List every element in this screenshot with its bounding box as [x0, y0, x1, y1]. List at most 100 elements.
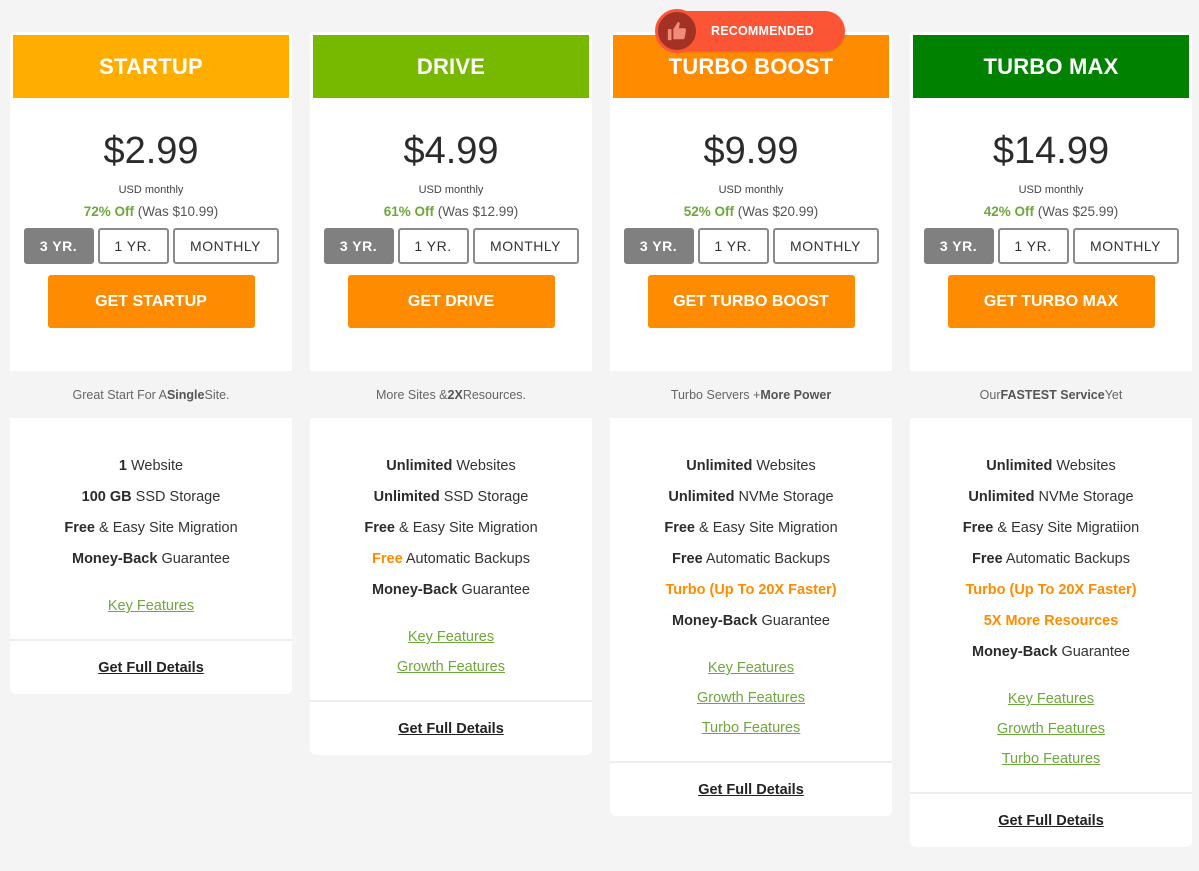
discount-percent: 52% Off: [683, 204, 734, 219]
tagline-bold: FASTEST Service: [1000, 387, 1105, 402]
feature-highlight: Free: [364, 520, 395, 536]
term-1yr-button[interactable]: 1 YR.: [97, 228, 169, 264]
tagline-pre: Great Start For A: [72, 387, 167, 402]
feature-highlight: Turbo (Up To 20X Faster): [665, 582, 837, 598]
pricing-plans: STARTUP $2.99 USD monthly 72% Off (Was $…: [10, 9, 1192, 847]
key-features-link[interactable]: Key Features: [610, 653, 892, 683]
feature-list: Unlimited Websites Unlimited NVMe Storage…: [910, 418, 1192, 792]
discount-percent: 72% Off: [83, 204, 134, 219]
plan-footer: Get Full Details: [910, 792, 1192, 847]
feature-item: Unlimited Websites: [910, 451, 1192, 482]
term-1yr-button[interactable]: 1 YR.: [697, 228, 769, 264]
feature-item: Money-Back Guarantee: [10, 544, 292, 575]
key-features-link[interactable]: Key Features: [310, 622, 592, 652]
feature-highlight: Free: [372, 551, 403, 567]
term-monthly-button[interactable]: MONTHLY: [772, 228, 879, 264]
feature-text: & Easy Site Migratiion: [993, 520, 1140, 536]
get-full-details-link[interactable]: Get Full Details: [998, 813, 1104, 829]
get-plan-button[interactable]: GET TURBO BOOST: [647, 275, 855, 328]
term-3yr-button[interactable]: 3 YR.: [623, 228, 694, 264]
feature-text: Automatic Backups: [402, 551, 530, 567]
feature-highlight: 1: [118, 458, 127, 474]
was-price: (Was $25.99): [1037, 204, 1119, 219]
feature-list: 1 Website 100 GB SSD Storage Free & Easy S…: [10, 418, 292, 639]
feature-text: Guarantee: [1057, 644, 1130, 660]
feature-text: & Easy Site Migration: [394, 520, 538, 536]
discount-percent: 61% Off: [383, 204, 434, 219]
growth-features-link[interactable]: Growth Features: [610, 683, 892, 713]
term-3yr-button[interactable]: 3 YR.: [323, 228, 394, 264]
feature-highlight: Unlimited: [968, 489, 1035, 505]
price-period: USD monthly: [718, 184, 784, 196]
feature-links: Key Features: [10, 591, 292, 621]
plan-footer: Get Full Details: [610, 761, 892, 816]
discount-percent: 42% Off: [983, 204, 1034, 219]
term-monthly-button[interactable]: MONTHLY: [472, 228, 579, 264]
feature-text: Automatic Backups: [1002, 551, 1130, 567]
feature-links: Key Features Growth Features Turbo Feature…: [910, 684, 1192, 774]
feature-highlight: 5X More Resources: [983, 613, 1119, 629]
feature-item: Unlimited SSD Storage: [310, 482, 592, 513]
key-features-link[interactable]: Key Features: [910, 684, 1192, 714]
plan-card-drive: DRIVE $4.99 USD monthly 61% Off (Was $12…: [310, 32, 592, 755]
term-3yr-button[interactable]: 3 YR.: [923, 228, 994, 264]
get-full-details-link[interactable]: Get Full Details: [98, 660, 204, 676]
feature-item: Turbo (Up To 20X Faster): [610, 575, 892, 606]
tagline-pre: More Sites &: [375, 387, 448, 402]
turbo-features-link[interactable]: Turbo Features: [610, 713, 892, 743]
feature-item: Free & Easy Site Migratiion: [910, 513, 1192, 544]
plan-footer: Get Full Details: [310, 700, 592, 755]
plan-name: STARTUP: [99, 53, 203, 79]
term-monthly-button[interactable]: MONTHLY: [172, 228, 279, 264]
term-monthly-button[interactable]: MONTHLY: [1072, 228, 1179, 264]
feature-text: Websites: [1052, 458, 1116, 474]
turbo-features-link[interactable]: Turbo Features: [910, 744, 1192, 774]
feature-links: Key Features Growth Features Turbo Feature…: [610, 653, 892, 743]
term-3yr-button[interactable]: 3 YR.: [23, 228, 94, 264]
plan-price: $14.99: [992, 130, 1110, 172]
feature-list: Unlimited Websites Unlimited SSD Storage F…: [310, 418, 592, 700]
was-price: (Was $10.99): [137, 204, 219, 219]
feature-text: Website: [126, 458, 184, 474]
get-plan-button[interactable]: GET TURBO MAX: [947, 275, 1155, 328]
feature-item: Unlimited Websites: [610, 451, 892, 482]
price-period: USD monthly: [1018, 184, 1084, 196]
tagline-pre: Turbo Servers +: [670, 387, 761, 402]
plan-name: TURBO BOOST: [668, 53, 834, 79]
feature-links: Key Features Growth Features: [310, 622, 592, 682]
term-1yr-button[interactable]: 1 YR.: [397, 228, 469, 264]
tagline-bold: Single: [166, 387, 205, 402]
price-period: USD monthly: [418, 184, 484, 196]
get-plan-button[interactable]: GET STARTUP: [47, 275, 255, 328]
feature-highlight: Unlimited: [986, 458, 1053, 474]
feature-highlight: Free: [64, 520, 95, 536]
was-price: (Was $12.99): [437, 204, 519, 219]
key-features-link[interactable]: Key Features: [10, 591, 292, 621]
feature-text: & Easy Site Migration: [694, 520, 838, 536]
plan-tagline: Great Start For A Single Site.: [10, 371, 292, 418]
feature-text: Guarantee: [757, 613, 830, 629]
plan-header: TURBO MAX: [913, 35, 1189, 98]
plan-name: DRIVE: [416, 53, 486, 79]
tagline-post: Site.: [204, 387, 230, 402]
get-full-details-link[interactable]: Get Full Details: [398, 721, 504, 737]
get-full-details-link[interactable]: Get Full Details: [698, 782, 804, 798]
feature-highlight: Free: [972, 551, 1003, 567]
growth-features-link[interactable]: Growth Features: [310, 652, 592, 682]
term-1yr-button[interactable]: 1 YR.: [997, 228, 1069, 264]
get-plan-button[interactable]: GET DRIVE: [347, 275, 555, 328]
recommended-badge: RECOMMENDED: [655, 9, 845, 53]
feature-item: Free & Easy Site Migration: [10, 513, 292, 544]
feature-highlight: Money-Back: [972, 644, 1058, 660]
plan-card-startup: STARTUP $2.99 USD monthly 72% Off (Was $…: [10, 32, 292, 694]
plan-top: TURBO MAX $14.99 USD monthly 42% Off (Wa…: [910, 32, 1192, 371]
plan-name: TURBO MAX: [983, 53, 1119, 79]
feature-text: SSD Storage: [131, 489, 221, 505]
growth-features-link[interactable]: Growth Features: [910, 714, 1192, 744]
feature-item: Free & Easy Site Migration: [610, 513, 892, 544]
plan-tagline: More Sites & 2X Resources.: [310, 371, 592, 418]
plan-top: STARTUP $2.99 USD monthly 72% Off (Was $…: [10, 32, 292, 371]
feature-text: SSD Storage: [439, 489, 529, 505]
feature-highlight: Money-Back: [72, 551, 158, 567]
tagline-post: Resources.: [462, 387, 527, 402]
